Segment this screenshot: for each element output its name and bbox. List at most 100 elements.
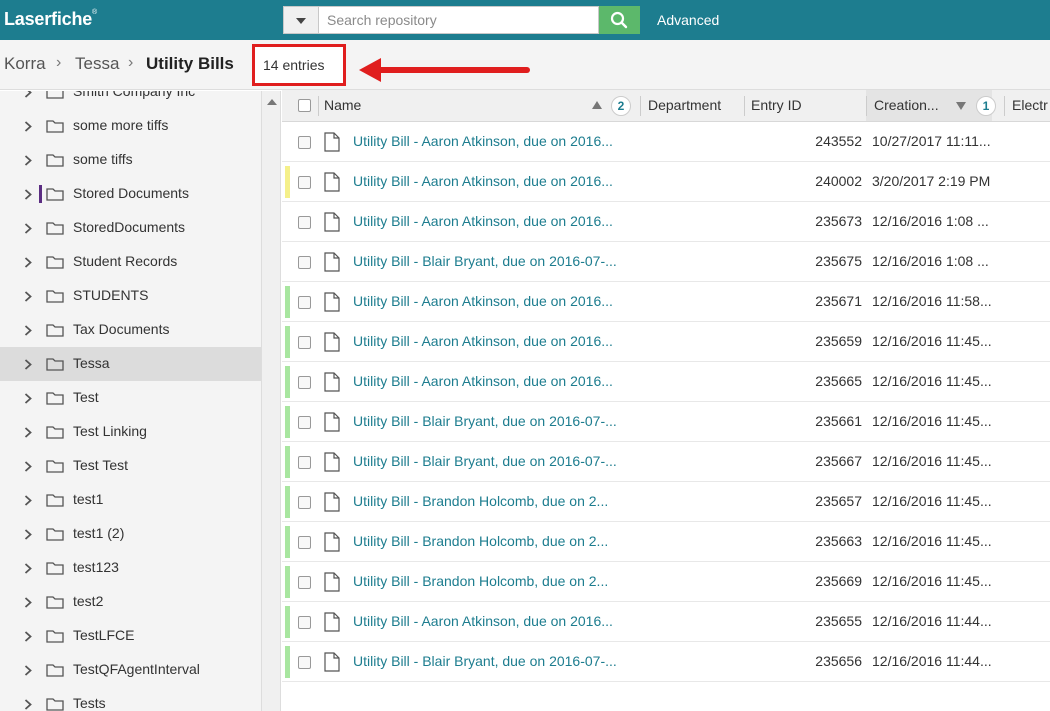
entry-name-link[interactable]: Utility Bill - Aaron Atkinson, due on 20…	[353, 173, 633, 189]
entry-name-link[interactable]: Utility Bill - Aaron Atkinson, due on 20…	[353, 133, 633, 149]
tree-item[interactable]: Tests	[0, 687, 261, 711]
tree-item[interactable]: test1	[0, 483, 261, 517]
entry-name-link[interactable]: Utility Bill - Aaron Atkinson, due on 20…	[353, 293, 633, 309]
entry-name-link[interactable]: Utility Bill - Brandon Holcomb, due on 2…	[353, 493, 633, 509]
row-checkbox[interactable]	[298, 616, 311, 629]
entry-name-link[interactable]: Utility Bill - Brandon Holcomb, due on 2…	[353, 533, 633, 549]
entry-name-link[interactable]: Utility Bill - Blair Bryant, due on 2016…	[353, 413, 633, 429]
chevron-right-icon[interactable]	[24, 121, 32, 132]
table-row[interactable]: Utility Bill - Blair Bryant, due on 2016…	[282, 642, 1050, 682]
row-checkbox[interactable]	[298, 376, 311, 389]
table-row[interactable]: Utility Bill - Aaron Atkinson, due on 20…	[282, 322, 1050, 362]
table-row[interactable]: Utility Bill - Aaron Atkinson, due on 20…	[282, 362, 1050, 402]
column-header-department[interactable]: Department	[648, 97, 721, 113]
entry-name-link[interactable]: Utility Bill - Blair Bryant, due on 2016…	[353, 253, 633, 269]
tree-item[interactable]: Stored Documents	[0, 177, 261, 211]
table-row[interactable]: Utility Bill - Brandon Holcomb, due on 2…	[282, 562, 1050, 602]
table-row[interactable]: Utility Bill - Blair Bryant, due on 2016…	[282, 402, 1050, 442]
table-row[interactable]: Utility Bill - Blair Bryant, due on 2016…	[282, 442, 1050, 482]
chevron-right-icon[interactable]	[24, 393, 32, 404]
row-checkbox[interactable]	[298, 336, 311, 349]
row-checkbox[interactable]	[298, 456, 311, 469]
entry-name-link[interactable]: Utility Bill - Aaron Atkinson, due on 20…	[353, 373, 633, 389]
tree-item[interactable]: TestQFAgentInterval	[0, 653, 261, 687]
tree-item[interactable]: test1 (2)	[0, 517, 261, 551]
select-all-checkbox[interactable]	[298, 99, 311, 112]
row-checkbox[interactable]	[298, 656, 311, 669]
chevron-right-icon[interactable]	[24, 563, 32, 574]
chevron-right-icon[interactable]	[24, 91, 32, 98]
row-checkbox[interactable]	[298, 136, 311, 149]
table-row[interactable]: Utility Bill - Aaron Atkinson, due on 20…	[282, 282, 1050, 322]
tree-item[interactable]: TestLFCE	[0, 619, 261, 653]
tree-item[interactable]: Test Test	[0, 449, 261, 483]
folder-icon	[46, 154, 64, 167]
row-color-flag	[285, 286, 290, 318]
chevron-right-icon[interactable]	[24, 325, 32, 336]
chevron-right-icon[interactable]	[24, 257, 32, 268]
sidebar-scrollbar[interactable]	[261, 91, 281, 711]
row-checkbox[interactable]	[298, 416, 311, 429]
entry-name-link[interactable]: Utility Bill - Blair Bryant, due on 2016…	[353, 453, 633, 469]
entry-name-link[interactable]: Utility Bill - Aaron Atkinson, due on 20…	[353, 613, 633, 629]
table-row[interactable]: Utility Bill - Aaron Atkinson, due on 20…	[282, 122, 1050, 162]
column-header-creation[interactable]: Creation...	[874, 97, 939, 113]
chevron-right-icon[interactable]	[24, 189, 32, 200]
tree-item[interactable]: Student Records	[0, 245, 261, 279]
row-checkbox[interactable]	[298, 256, 311, 269]
chevron-right-icon[interactable]	[24, 631, 32, 642]
search-input[interactable]	[319, 6, 599, 34]
chevron-right-icon[interactable]	[24, 291, 32, 302]
entry-name-link[interactable]: Utility Bill - Aaron Atkinson, due on 20…	[353, 333, 633, 349]
tree-item[interactable]: Test	[0, 381, 261, 415]
tree-item[interactable]: some more tiffs	[0, 109, 261, 143]
tree-item[interactable]: STUDENTS	[0, 279, 261, 313]
advanced-search-link[interactable]: Advanced	[657, 12, 719, 28]
tree-item[interactable]: StoredDocuments	[0, 211, 261, 245]
entry-name-link[interactable]: Utility Bill - Aaron Atkinson, due on 20…	[353, 213, 633, 229]
tree-item[interactable]: Test Linking	[0, 415, 261, 449]
table-row[interactable]: Utility Bill - Blair Bryant, due on 2016…	[282, 242, 1050, 282]
tree-item-label: StoredDocuments	[73, 219, 186, 235]
chevron-right-icon[interactable]	[24, 665, 32, 676]
tree-item[interactable]: Smith Company Inc	[0, 91, 261, 109]
chevron-right-icon[interactable]	[24, 155, 32, 166]
column-header-name[interactable]: Name	[324, 97, 361, 113]
chevron-right-icon[interactable]	[24, 495, 32, 506]
tree-item[interactable]: test2	[0, 585, 261, 619]
column-header-entry-id[interactable]: Entry ID	[751, 97, 802, 113]
chevron-right-icon[interactable]	[24, 529, 32, 540]
row-checkbox[interactable]	[298, 536, 311, 549]
row-checkbox[interactable]	[298, 296, 311, 309]
breadcrumb-item-tessa[interactable]: Tessa	[75, 54, 119, 74]
app-logo[interactable]: Laserfiche®	[4, 9, 97, 30]
chevron-right-icon[interactable]	[24, 461, 32, 472]
column-header-electronic[interactable]: Electr	[1012, 97, 1048, 113]
entry-name-link[interactable]: Utility Bill - Blair Bryant, due on 2016…	[353, 653, 633, 669]
table-row[interactable]: Utility Bill - Aaron Atkinson, due on 20…	[282, 202, 1050, 242]
tree-item[interactable]: Tessa	[0, 347, 261, 381]
column-divider	[318, 96, 319, 116]
row-checkbox[interactable]	[298, 216, 311, 229]
search-button[interactable]	[599, 6, 640, 34]
entry-name-link[interactable]: Utility Bill - Brandon Holcomb, due on 2…	[353, 573, 633, 589]
chevron-right-icon[interactable]	[24, 359, 32, 370]
chevron-right-icon[interactable]	[24, 427, 32, 438]
creation-date-cell: 12/16/2016 11:45...	[872, 493, 992, 509]
table-row[interactable]: Utility Bill - Aaron Atkinson, due on 20…	[282, 162, 1050, 202]
table-row[interactable]: Utility Bill - Aaron Atkinson, due on 20…	[282, 602, 1050, 642]
tree-item[interactable]: test123	[0, 551, 261, 585]
tree-item[interactable]: Tax Documents	[0, 313, 261, 347]
row-checkbox[interactable]	[298, 576, 311, 589]
row-checkbox[interactable]	[298, 176, 311, 189]
chevron-right-icon[interactable]	[24, 597, 32, 608]
entry-id-cell: 235671	[815, 293, 862, 309]
row-checkbox[interactable]	[298, 496, 311, 509]
table-row[interactable]: Utility Bill - Brandon Holcomb, due on 2…	[282, 482, 1050, 522]
breadcrumb-item-korra[interactable]: Korra	[4, 54, 46, 74]
chevron-right-icon[interactable]	[24, 223, 32, 234]
tree-item[interactable]: some tiffs	[0, 143, 261, 177]
search-scope-dropdown[interactable]	[283, 6, 319, 34]
chevron-right-icon[interactable]	[24, 699, 32, 710]
table-row[interactable]: Utility Bill - Brandon Holcomb, due on 2…	[282, 522, 1050, 562]
